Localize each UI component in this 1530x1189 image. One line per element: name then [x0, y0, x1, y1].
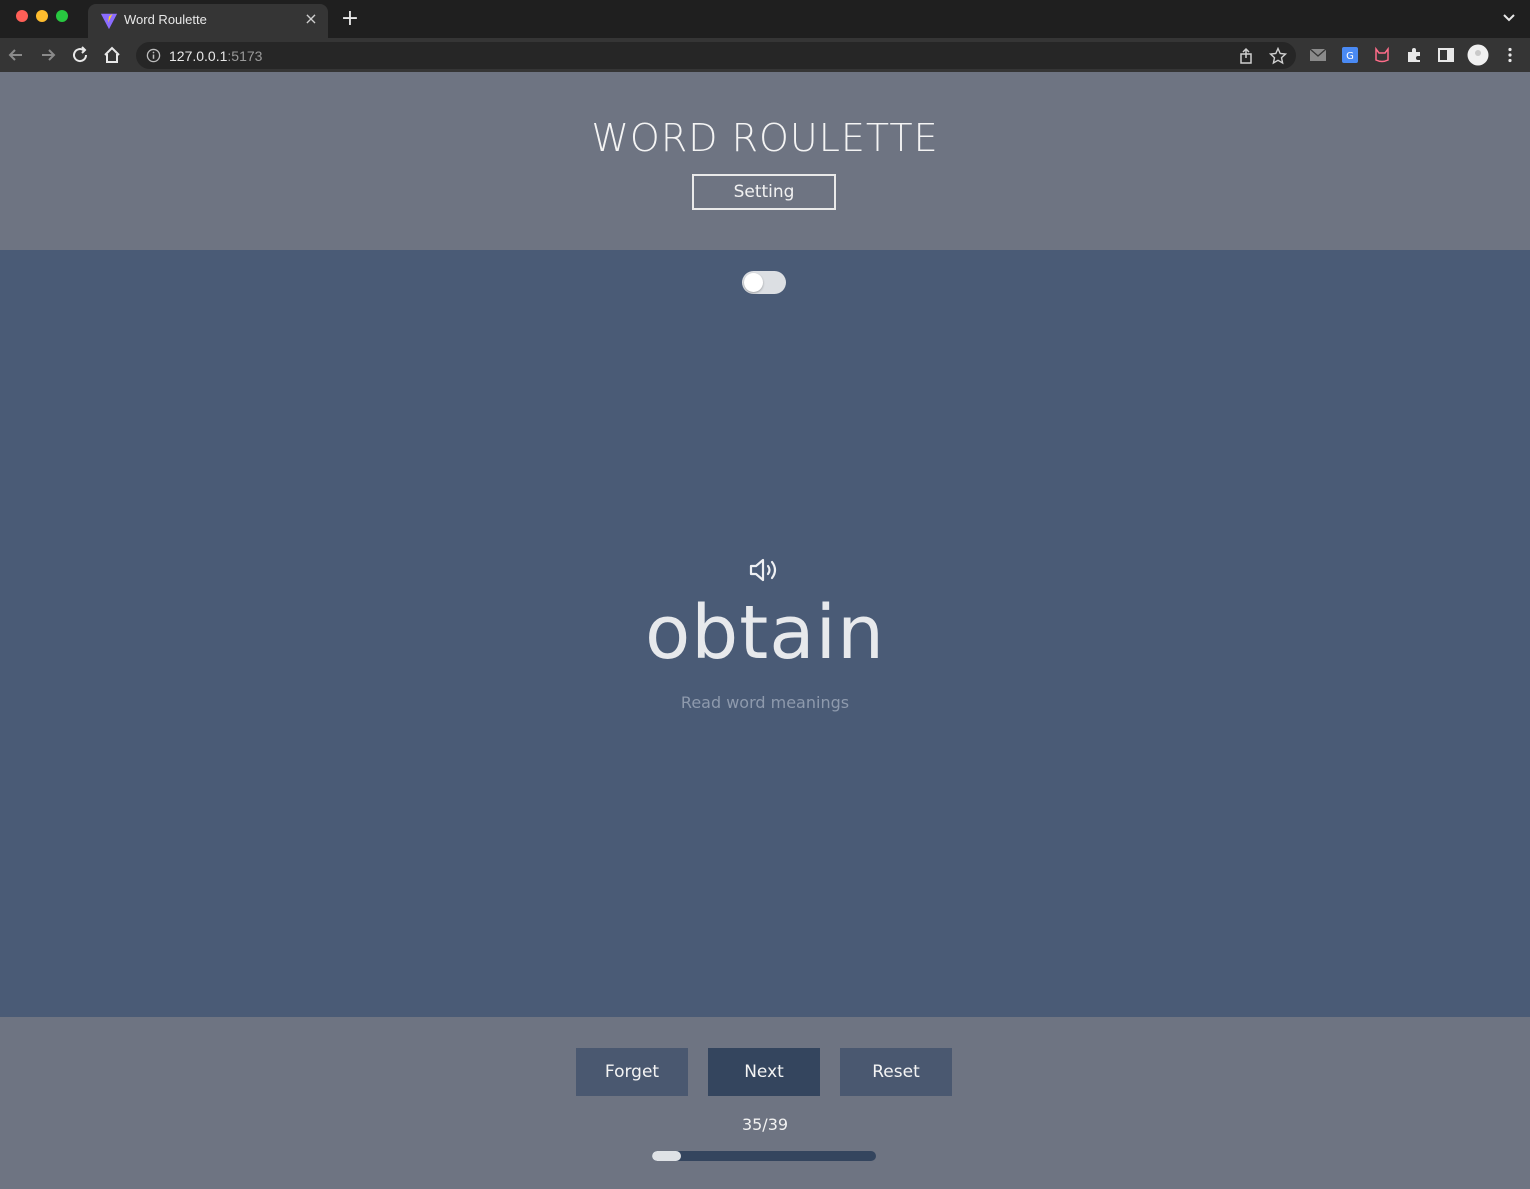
bookmark-star-icon[interactable] [1269, 47, 1287, 65]
app-title: WORD ROULETTE [591, 116, 939, 160]
tab-title: Word Roulette [124, 12, 207, 27]
window-close-button[interactable] [16, 10, 28, 22]
back-arrow-icon[interactable] [6, 45, 26, 65]
mode-toggle-switch[interactable] [742, 271, 786, 294]
chevron-down-icon[interactable] [1500, 9, 1518, 27]
browser-tab-bar: Word Roulette × + [0, 0, 1530, 38]
side-panel-icon[interactable] [1437, 46, 1455, 64]
browser-tab[interactable]: Word Roulette × [88, 4, 328, 38]
progress-bar [652, 1151, 876, 1161]
url-port: :5173 [227, 48, 263, 64]
forget-button[interactable]: Forget [576, 1048, 688, 1096]
puzzle-extensions-icon[interactable] [1405, 46, 1423, 64]
current-word: obtain [644, 590, 886, 676]
reload-icon[interactable] [70, 45, 90, 65]
controls-footer: Forget Next Reset 35/39 [0, 1017, 1530, 1189]
url-host: 127.0.0.1 [169, 48, 228, 64]
toggle-knob [744, 273, 763, 292]
new-tab-button[interactable]: + [340, 8, 360, 30]
read-meanings-hint[interactable]: Read word meanings [0, 693, 1530, 712]
cat-extension-icon[interactable] [1373, 46, 1391, 64]
word-card: obtain Read word meanings [0, 250, 1530, 1017]
mail-extension-icon[interactable] [1309, 46, 1327, 64]
setting-button[interactable]: Setting [692, 174, 836, 210]
app-header: WORD ROULETTE Setting [0, 72, 1530, 250]
progress-fill [652, 1151, 682, 1161]
translate-extension-icon[interactable]: G [1341, 46, 1359, 64]
home-icon[interactable] [102, 45, 122, 65]
share-icon[interactable] [1237, 47, 1255, 65]
reset-button[interactable]: Reset [840, 1048, 952, 1096]
browser-toolbar: 127.0.0.1:5173 G [0, 38, 1530, 72]
vite-logo-icon [100, 13, 118, 30]
site-info-icon[interactable] [146, 48, 161, 63]
next-button[interactable]: Next [708, 1048, 820, 1096]
forward-arrow-icon[interactable] [38, 45, 58, 65]
speaker-volume-icon[interactable] [748, 556, 780, 584]
profile-avatar-icon[interactable] [1467, 44, 1489, 66]
window-maximize-button[interactable] [56, 10, 68, 22]
window-minimize-button[interactable] [36, 10, 48, 22]
svg-text:G: G [1346, 51, 1354, 62]
tab-close-icon[interactable]: × [302, 10, 320, 28]
url-text: 127.0.0.1:5173 [169, 48, 262, 64]
browser-menu-icon[interactable] [1501, 46, 1519, 64]
address-bar[interactable]: 127.0.0.1:5173 [136, 42, 1296, 69]
progress-count: 35/39 [741, 1115, 789, 1134]
